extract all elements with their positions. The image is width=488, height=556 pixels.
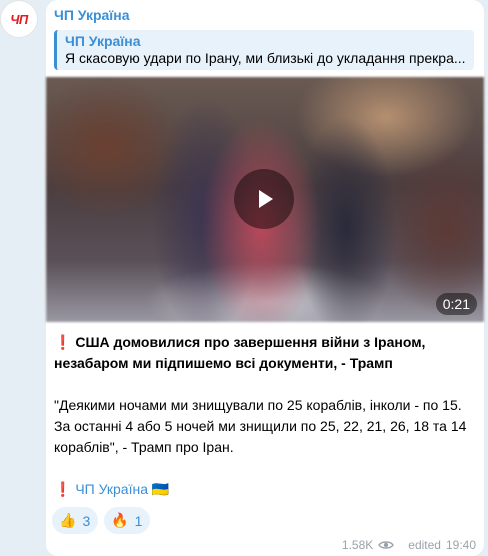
reply-preview[interactable]: ЧП Україна Я скасовую удари по Ірану, ми… xyxy=(54,30,474,70)
reactions-bar: 👍 3 🔥 1 xyxy=(52,507,151,534)
channel-avatar[interactable]: ЧП xyxy=(0,0,38,38)
fire-icon: 🔥 xyxy=(111,512,129,528)
message-signature: ❗ ЧП Україна 🇺🇦 xyxy=(54,479,478,500)
reaction-fire[interactable]: 🔥 1 xyxy=(104,507,151,534)
headline-text: США домовилися про завершення війни з Ір… xyxy=(54,334,426,371)
edited-label: edited xyxy=(408,538,441,552)
message-quote: "Деякими ночами ми знищували по 25 кораб… xyxy=(54,397,467,455)
reply-text: Я скасовую удари по Ірану, ми близькі до… xyxy=(65,50,466,66)
exclamation-icon: ❗ xyxy=(54,334,72,350)
message-time: 19:40 xyxy=(445,538,476,552)
play-button[interactable] xyxy=(234,169,294,229)
view-count: 1.58K xyxy=(341,538,374,552)
channel-link[interactable]: ЧП Україна xyxy=(75,481,148,497)
reaction-thumbs-up[interactable]: 👍 3 xyxy=(52,507,99,534)
reply-title: ЧП Україна xyxy=(65,33,141,49)
video-duration: 0:21 xyxy=(435,293,477,315)
reaction-count: 3 xyxy=(82,512,91,529)
channel-name[interactable]: ЧП Україна xyxy=(54,7,130,23)
avatar-logo-text: ЧП xyxy=(10,11,28,27)
play-icon xyxy=(259,190,273,208)
exclamation-icon: ❗ xyxy=(54,481,72,497)
message-bubble: ЧП Україна ЧП Україна Я скасовую удари п… xyxy=(46,0,484,556)
eye-icon xyxy=(378,541,395,549)
message-headline: ❗ США домовилися про завершення війни з … xyxy=(54,332,478,374)
thumbs-up-icon: 👍 xyxy=(59,512,77,528)
message-text: ❗ США домовилися про завершення війни з … xyxy=(54,332,478,500)
video-player[interactable]: 0:21 xyxy=(46,77,484,322)
message-meta: 1.58K edited 19:40 xyxy=(342,538,476,552)
reaction-count: 1 xyxy=(134,512,143,529)
ukraine-flag-icon: 🇺🇦 xyxy=(151,481,170,497)
